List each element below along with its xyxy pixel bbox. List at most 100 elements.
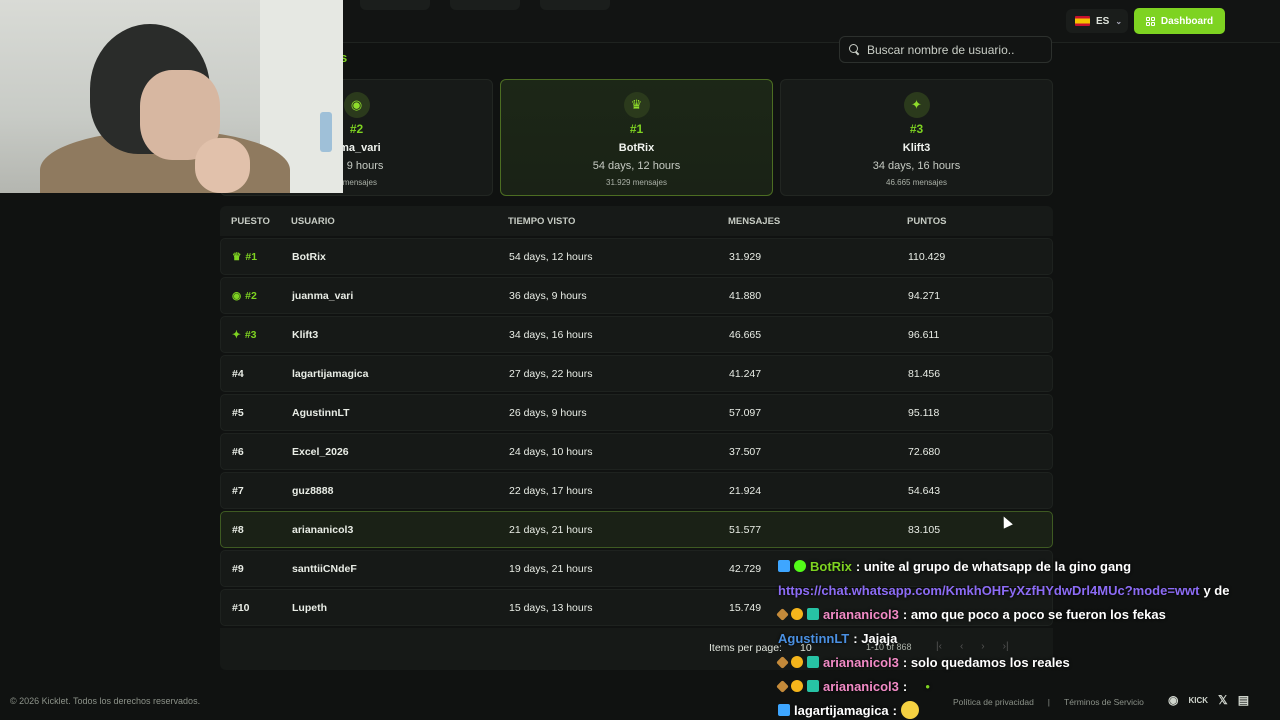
chat-message: ariananicol3 : amo que poco a poco se fu… — [776, 602, 1280, 626]
nav-tab[interactable] — [360, 0, 430, 10]
language-selector[interactable]: ES ⌄ — [1066, 9, 1128, 33]
sub-badge-icon — [791, 680, 803, 692]
table-header: PUESTO USUARIO TIEMPO VISTO MENSAJES PUN… — [220, 206, 1053, 236]
row-messages: 41.247 — [729, 367, 762, 380]
row-time: 24 days, 10 hours — [509, 445, 593, 458]
podium-time: 34 days, 16 hours — [872, 160, 961, 172]
table-row[interactable]: #4 lagartijamagica 27 days, 22 hours 41.… — [220, 355, 1053, 392]
row-time: 34 days, 16 hours — [509, 328, 593, 341]
row-points: 81.456 — [908, 367, 941, 380]
row-user: Excel_2026 — [292, 445, 349, 458]
column-header-rank: PUESTO — [231, 215, 270, 227]
row-messages: 15.749 — [729, 601, 762, 614]
spain-flag-icon — [1075, 16, 1090, 26]
table-row[interactable]: #6 Excel_2026 24 days, 10 hours 37.507 7… — [220, 433, 1053, 470]
emote-icon — [901, 701, 919, 719]
chat-username: ariananicol3 — [823, 654, 899, 670]
row-time: 36 days, 9 hours — [509, 289, 587, 302]
search-box[interactable] — [839, 36, 1052, 63]
sub-badge-icon — [791, 656, 803, 668]
row-rank: ✦ #3 — [232, 329, 257, 341]
rank-value: #1 — [245, 250, 258, 263]
dashboard-icon — [1145, 16, 1155, 26]
rank-value: #2 — [245, 289, 257, 302]
row-rank: #5 — [232, 406, 244, 419]
row-points: 54.643 — [908, 484, 941, 497]
row-user: Lupeth — [292, 601, 327, 614]
row-rank: #9 — [232, 562, 244, 575]
podium-card-third: ✦ #3 Klift3 34 days, 16 hours 46.665 men… — [780, 79, 1053, 196]
sparkle-icon: ✦ — [232, 328, 241, 341]
pickaxe-badge-icon — [776, 607, 789, 621]
gift-badge-icon — [807, 680, 819, 692]
table-row[interactable]: ✦ #3 Klift3 34 days, 16 hours 46.665 96.6… — [220, 316, 1053, 353]
podium-rank: #3 — [909, 122, 924, 136]
table-row[interactable]: #7 guz8888 22 days, 17 hours 21.924 54.6… — [220, 472, 1053, 509]
row-points: 95.118 — [908, 406, 940, 419]
chat-text: : Jajaja — [853, 630, 898, 646]
row-messages: 21.924 — [729, 484, 762, 497]
row-points: 96.611 — [908, 328, 940, 341]
crown-icon: ♛ — [232, 250, 242, 263]
row-rank: #7 — [232, 484, 244, 497]
row-rank: #10 — [232, 601, 250, 614]
chat-overlay: BotRix : unite al grupo de whatsapp de l… — [776, 554, 1280, 720]
row-messages: 46.665 — [729, 328, 762, 341]
verified-badge-icon — [794, 560, 806, 572]
chat-username: ariananicol3 — [823, 678, 899, 694]
copyright-text: © 2026 Kicklet. Todos los derechos reser… — [10, 696, 201, 706]
chat-username: BotRix — [810, 558, 852, 574]
row-points: 72.680 — [908, 445, 941, 458]
emote-icon: ● — [925, 681, 931, 691]
rank-value: #3 — [244, 328, 257, 341]
pickaxe-badge-icon — [776, 679, 789, 693]
chevron-down-icon: ⌄ — [1115, 16, 1123, 26]
row-rank: #8 — [232, 523, 244, 536]
row-messages: 57.097 — [729, 406, 762, 419]
table-row[interactable]: #5 AgustinnLT 26 days, 9 hours 57.097 95… — [220, 394, 1053, 431]
row-rank: #6 — [232, 445, 244, 458]
row-user: lagartijamagica — [292, 367, 369, 380]
row-time: 27 days, 22 hours — [509, 367, 593, 380]
column-header-user: USUARIO — [291, 215, 335, 227]
chat-message: ariananicol3 : solo quedamos los reales — [776, 650, 1280, 674]
row-messages: 51.577 — [729, 523, 762, 536]
chat-message: lagartijamagica : — [778, 698, 1280, 720]
row-messages: 42.729 — [729, 562, 762, 575]
chat-message-continued: https://chat.whatsapp.com/KmkhOHFyXzfHYd… — [778, 578, 1280, 602]
top-nav-tabs — [360, 0, 610, 10]
nav-tab[interactable] — [540, 0, 610, 10]
chat-text: : solo quedamos los reales — [902, 654, 1070, 670]
chat-username: AgustinnLT — [778, 630, 850, 646]
chat-message: BotRix : unite al grupo de whatsapp de l… — [778, 554, 1280, 578]
sub-badge-icon — [791, 608, 803, 620]
search-input[interactable] — [867, 42, 1037, 57]
crown-icon: ♛ — [623, 92, 650, 118]
table-row[interactable]: ♛ #1 BotRix 54 days, 12 hours 31.929 110.… — [220, 238, 1053, 275]
column-header-points: PUNTOS — [907, 215, 947, 227]
nav-tab[interactable] — [450, 0, 520, 10]
row-user: ariananicol3 — [292, 523, 354, 536]
row-user: juanma_vari — [292, 289, 354, 302]
chat-text: y de — [1203, 582, 1230, 598]
language-code: ES — [1096, 15, 1110, 27]
podium-rank: #1 — [629, 122, 644, 136]
dashboard-button[interactable]: Dashboard — [1134, 8, 1225, 34]
podium-card-first: ♛ #1 BotRix 54 days, 12 hours 31.929 men… — [500, 79, 773, 196]
row-time: 22 days, 17 hours — [509, 484, 593, 497]
row-points: 110.429 — [908, 250, 946, 263]
gift-badge-icon — [807, 608, 819, 620]
podium-messages: 46.665 mensajes — [886, 178, 947, 187]
chat-link[interactable]: https://chat.whatsapp.com/KmkhOHFyXzfHYd… — [778, 578, 1199, 602]
row-points: 83.105 — [908, 523, 941, 536]
row-user: Klift3 — [292, 328, 319, 341]
table-row[interactable]: ◉ #2 juanma_vari 36 days, 9 hours 41.880 … — [220, 277, 1053, 314]
bot-badge-icon — [778, 560, 790, 572]
medal-icon: ◉ — [343, 92, 370, 118]
row-time: 54 days, 12 hours — [509, 250, 593, 263]
table-row-highlighted[interactable]: #8 ariananicol3 21 days, 21 hours 51.577… — [220, 511, 1053, 548]
column-header-messages: MENSAJES — [728, 215, 781, 227]
row-time: 19 days, 21 hours — [509, 562, 593, 575]
row-points: 94.271 — [908, 289, 941, 302]
row-user: BotRix — [292, 250, 326, 263]
